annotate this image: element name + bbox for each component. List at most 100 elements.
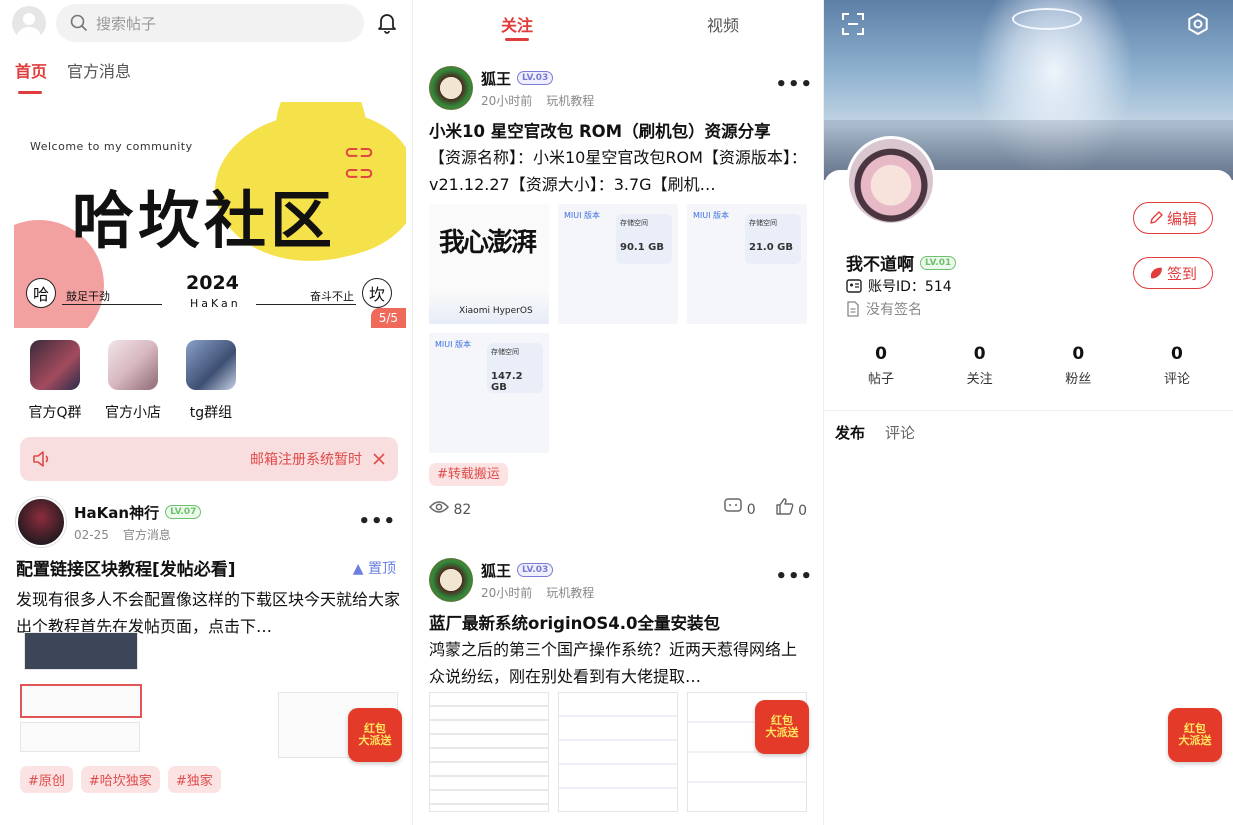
comment-button[interactable]: 0: [724, 498, 756, 519]
post-card[interactable]: HaKan神行 LV.07 02-25 官方消息 ••• 配置链接区块教程[发帖必…: [16, 497, 402, 640]
community-banner[interactable]: ⊂⊃ ⊂⊃ Welcome to my community 哈坎社区 2024 H…: [14, 102, 406, 328]
storage-card: 存储空间 21.0 GB: [745, 214, 801, 264]
stat-following[interactable]: 0 关注: [945, 344, 1015, 387]
author-avatar[interactable]: [429, 66, 473, 110]
bell-icon[interactable]: [374, 10, 400, 36]
feed-panel: 关注 视频 狐王 LV.03 20小时前 玩机教程 ••• 小米10 星空官改包 …: [413, 0, 823, 825]
search-icon: [70, 14, 88, 32]
storage-value: 21.0 GB: [749, 242, 793, 253]
tg-group-image: [186, 340, 236, 390]
author-avatar[interactable]: [16, 497, 66, 547]
post-meta: 20小时前 玩机教程: [481, 584, 594, 601]
post-image[interactable]: MIUI 版本 存储空间 21.0 GB: [687, 204, 807, 324]
username-row: 我不道啊 LV.01: [846, 250, 957, 275]
checkin-button[interactable]: 签到: [1133, 257, 1213, 289]
author-name[interactable]: 狐王: [481, 560, 511, 581]
banner-left-text: 鼓足干劲: [66, 290, 110, 303]
close-icon[interactable]: [372, 452, 386, 466]
post-image[interactable]: MIUI 版本 存储空间 90.1 GB: [558, 204, 678, 324]
stat-followers[interactable]: 0 粉丝: [1043, 344, 1113, 387]
post-header: 狐王 LV.03 20小时前 玩机教程 •••: [429, 558, 812, 602]
pinned-label: 置顶: [368, 560, 396, 577]
miui-logo-icon: MIUI 版本: [564, 211, 601, 220]
tab-official-news[interactable]: 官方消息: [67, 58, 131, 82]
profile-panel: 编辑 签到 我不道啊 LV.01 账号ID：514 没有签名 0 帖子 0 关注 0…: [824, 0, 1233, 825]
post-meta: 20小时前 玩机教程: [481, 92, 594, 109]
tab-following[interactable]: 关注: [501, 12, 533, 41]
edit-profile-button[interactable]: 编辑: [1133, 202, 1213, 234]
banner-title: 哈坎社区: [72, 184, 337, 257]
tab-home[interactable]: 首页: [15, 58, 47, 94]
post-image[interactable]: [429, 692, 549, 812]
tab-comments[interactable]: 评论: [885, 422, 915, 443]
stat-value: 0: [973, 344, 986, 364]
post-category: 玩机教程: [546, 585, 595, 600]
author-name[interactable]: 狐王: [481, 68, 511, 89]
post-card[interactable]: 狐王 LV.03 20小时前 玩机教程 ••• 蓝厂最新系统originOS4.0…: [429, 558, 812, 690]
speaker-icon: [33, 451, 49, 467]
notice-bar[interactable]: 邮箱注册系统暂时: [20, 437, 398, 481]
post-title: 蓝厂最新系统originOS4.0全量安装包: [429, 614, 720, 633]
post-image[interactable]: [20, 722, 140, 752]
red-packet-icon[interactable]: 红包 大派送: [755, 700, 809, 754]
author-avatar[interactable]: [429, 558, 473, 602]
post-category: 玩机教程: [546, 93, 595, 108]
author-name-row: HaKan神行 LV.07: [74, 502, 202, 523]
like-count: 0: [798, 503, 807, 519]
id-card-icon: [846, 279, 862, 293]
eye-icon: [428, 500, 450, 513]
more-options-icon[interactable]: •••: [775, 566, 813, 587]
post-tag[interactable]: #独家: [167, 766, 221, 793]
red-packet-icon[interactable]: 红包 大派送: [1168, 708, 1222, 762]
post-tags: #原创 #哈坎独家 #独家: [20, 766, 221, 793]
scan-icon[interactable]: [842, 13, 864, 35]
post-image[interactable]: MIUI 版本 存储空间 147.2 GB: [429, 333, 549, 453]
post-image[interactable]: 我心澎湃 Xiaomi HyperOS: [429, 204, 549, 324]
post-tag[interactable]: #原创: [20, 766, 73, 793]
profile-tabs: 发布 评论: [835, 422, 915, 443]
storage-card: 存储空间 90.1 GB: [616, 214, 672, 264]
tab-published[interactable]: 发布: [835, 422, 865, 443]
banner-right-char: 坎: [362, 278, 392, 308]
post-tag[interactable]: #哈坎独家: [80, 766, 160, 793]
post-title-row: 配置链接区块教程[发帖必看] ▲ 置顶: [16, 555, 402, 580]
views-count: 82: [453, 501, 472, 518]
stat-posts[interactable]: 0 帖子: [846, 344, 916, 387]
post-image[interactable]: [24, 632, 138, 670]
checkin-icon: [1150, 267, 1162, 279]
stat-label: 粉丝: [1065, 372, 1092, 387]
miui-logo-icon: MIUI 版本: [693, 211, 730, 220]
stat-comments[interactable]: 0 评论: [1142, 344, 1212, 387]
calligraphy-text: 我心澎湃: [439, 228, 537, 258]
shortcut-shop[interactable]: 官方小店: [100, 340, 166, 422]
pencil-icon: [1150, 211, 1163, 224]
user-avatar[interactable]: [12, 6, 46, 40]
shortcut-label: tg群组: [189, 405, 233, 421]
post-tag[interactable]: #转载搬运: [429, 463, 508, 486]
author-name[interactable]: HaKan神行: [74, 502, 159, 523]
banner-divider: [62, 304, 162, 305]
shop-image: [108, 340, 158, 390]
search-input[interactable]: 搜索帖子: [56, 4, 364, 42]
post-header: HaKan神行 LV.07 02-25 官方消息 •••: [16, 497, 402, 547]
post-excerpt: 鸿蒙之后的第三个国产操作系统？近两天惹得网络上众说纷纭，刚在别处看到有大佬提取…: [429, 640, 798, 686]
post-card[interactable]: 狐王 LV.03 20小时前 玩机教程 ••• 小米10 星空官改包 ROM（刷机…: [428, 66, 812, 519]
notice-text: 邮箱注册系统暂时: [250, 452, 362, 468]
like-button[interactable]: 0: [775, 498, 807, 519]
post-image[interactable]: [20, 684, 142, 718]
shortcut-tg-group[interactable]: tg群组: [178, 340, 244, 422]
divider: [824, 410, 1233, 411]
views-stat: 82: [428, 500, 472, 518]
tab-video[interactable]: 视频: [707, 12, 739, 36]
post-image[interactable]: [558, 692, 678, 812]
red-packet-icon[interactable]: 红包 大派送: [348, 708, 402, 762]
post-meta: 02-25 官方消息: [74, 526, 201, 543]
more-options-icon[interactable]: •••: [775, 74, 813, 95]
home-tabs: 首页 官方消息: [15, 58, 131, 94]
profile-avatar[interactable]: [846, 136, 936, 226]
banner-left-char: 哈: [26, 278, 56, 308]
level-badge: LV.01: [920, 255, 957, 270]
more-options-icon[interactable]: •••: [358, 511, 396, 532]
settings-icon[interactable]: [1187, 13, 1209, 35]
shortcut-qq-group[interactable]: 官方Q群: [22, 340, 88, 422]
